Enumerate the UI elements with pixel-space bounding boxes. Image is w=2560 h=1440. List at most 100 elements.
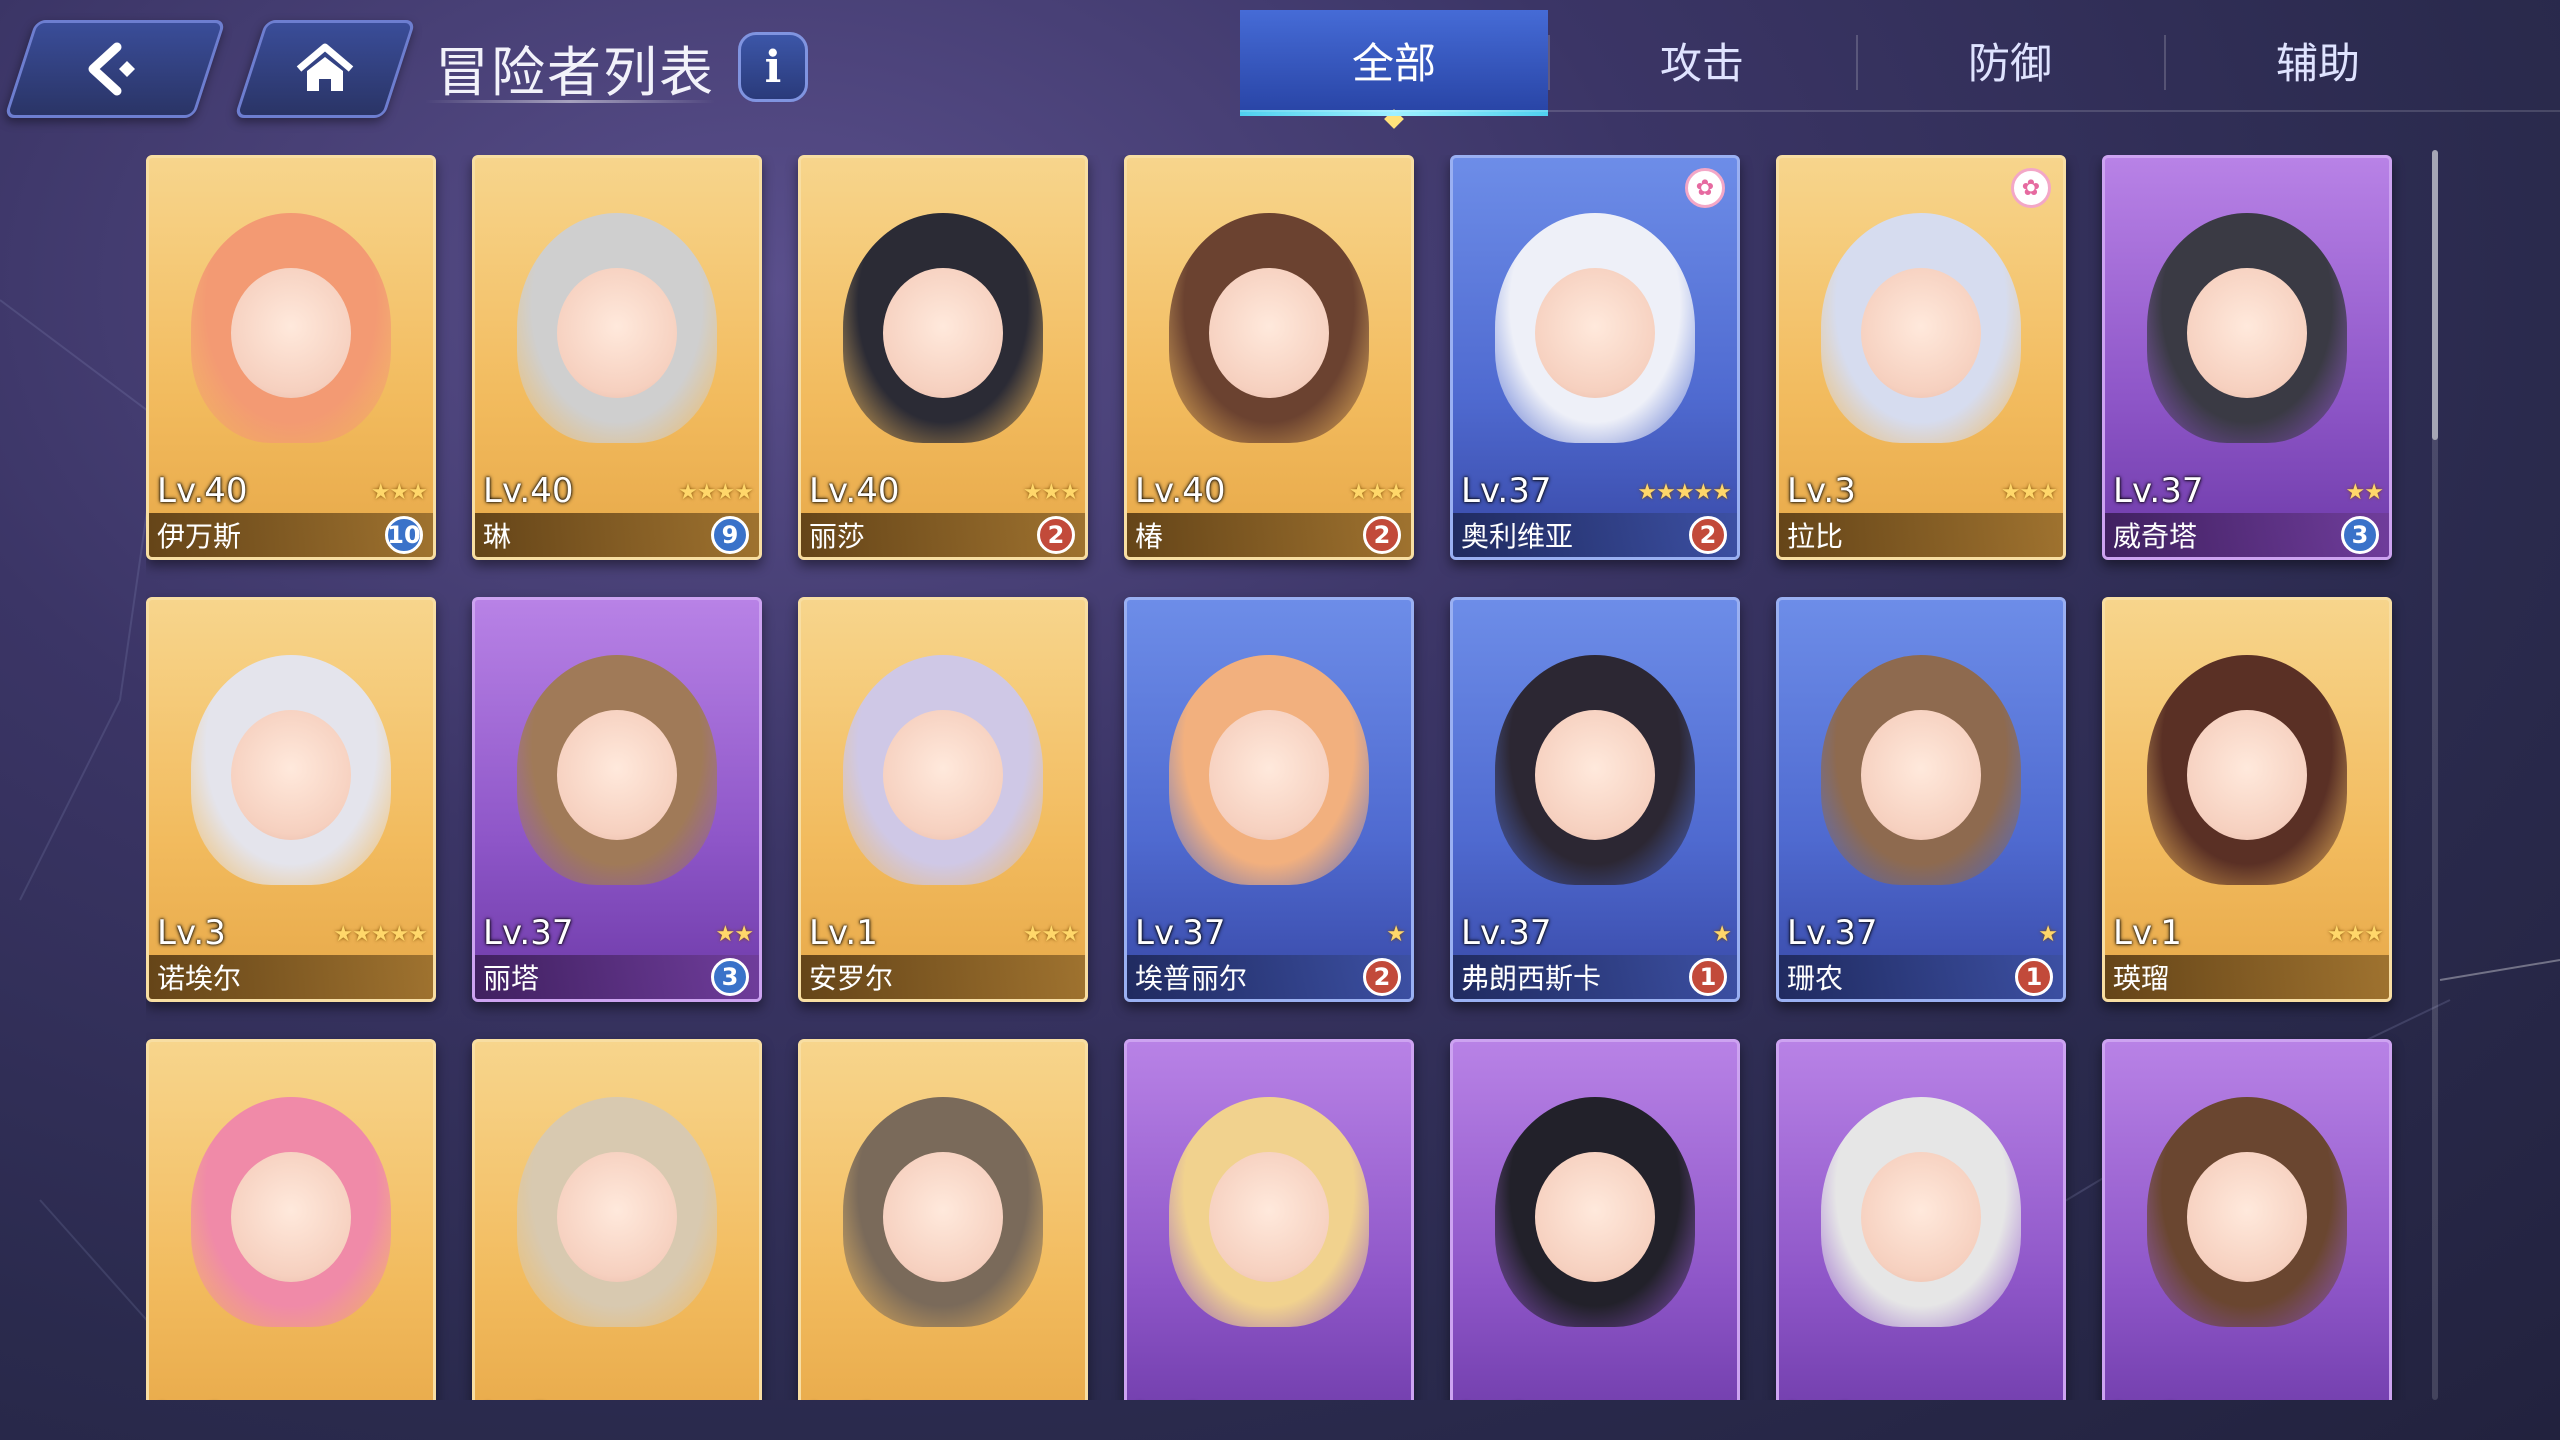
page-title: 冒险者列表 bbox=[435, 41, 715, 104]
rank-badge: 2 bbox=[1363, 516, 1401, 554]
star-rating-icon: ★★★★ bbox=[678, 480, 754, 505]
star-rating-icon: ★★★ bbox=[2000, 480, 2058, 505]
level-label: Lv.3 bbox=[157, 913, 226, 953]
adventurer-card[interactable]: Lv.37 ★ 珊农 1 bbox=[1776, 597, 2066, 1002]
adventurer-card[interactable]: Lv.1 ★★★ 瑛瑠 bbox=[2102, 597, 2392, 1002]
adventurer-card[interactable]: Lv.1★★★ bbox=[798, 1039, 1088, 1400]
adventurer-card[interactable]: Lv.37 ★ 弗朗西斯卡 1 bbox=[1450, 597, 1740, 1002]
portrait-face bbox=[2187, 1152, 2307, 1282]
rank-badge: 3 bbox=[2341, 516, 2379, 554]
rank-badge: 2 bbox=[1363, 958, 1401, 996]
character-portrait bbox=[801, 1042, 1085, 1400]
adventurer-card[interactable]: Lv.3 ★★★★★ 诺埃尔 bbox=[146, 597, 436, 1002]
portrait-face bbox=[1535, 1152, 1655, 1282]
portrait-face bbox=[557, 710, 677, 840]
adventurer-card[interactable]: Lv.3★★★ bbox=[472, 1039, 762, 1400]
star-rating-icon: ★★★ bbox=[1348, 480, 1406, 505]
paw-icon: ✿ bbox=[1685, 168, 1725, 208]
tab-attack[interactable]: 攻击 bbox=[1548, 10, 1856, 110]
character-name: 伊万斯 bbox=[157, 520, 242, 553]
rank-badge: 3 bbox=[711, 958, 749, 996]
name-bar: 安罗尔 bbox=[801, 955, 1085, 999]
character-name: 瑛瑠 bbox=[2113, 962, 2170, 995]
adventurer-card[interactable]: Lv.37 ★★ 丽塔 3 bbox=[472, 597, 762, 1002]
level-label: Lv.1 bbox=[1461, 1397, 1530, 1400]
home-icon bbox=[296, 43, 354, 91]
level-label: Lv.1 bbox=[157, 1397, 226, 1400]
adventurer-card[interactable]: Lv.37 ★★ 威奇塔 3 bbox=[2102, 155, 2392, 560]
star-rating-icon: ★ bbox=[1386, 922, 1406, 947]
tab-support[interactable]: 辅助 bbox=[2164, 10, 2472, 110]
rank-badge: 2 bbox=[1037, 516, 1075, 554]
name-bar: 瑛瑠 bbox=[2105, 955, 2389, 999]
level-label: Lv.37 bbox=[1461, 471, 1552, 511]
level-label: Lv.1 bbox=[809, 1397, 878, 1400]
adventurer-card[interactable]: Lv.40 ★★★ 椿 2 bbox=[1124, 155, 1414, 560]
name-bar: 诺埃尔 bbox=[149, 955, 433, 999]
portrait-face bbox=[1861, 1152, 1981, 1282]
level-label: Lv.3 bbox=[1787, 471, 1856, 511]
adventurer-card[interactable]: ✿ Lv.3 ★★★ 拉比 bbox=[1776, 155, 2066, 560]
star-rating-icon: ★★ bbox=[2345, 480, 2384, 505]
character-portrait bbox=[1127, 1042, 1411, 1400]
level-label: Lv.40 bbox=[483, 471, 574, 511]
adventurer-card[interactable]: Lv.37 ★ 埃普丽尔 2 bbox=[1124, 597, 1414, 1002]
level-label: Lv.37 bbox=[1787, 913, 1878, 953]
filter-tabs: 全部 攻击 防御 辅助 bbox=[1240, 10, 2560, 129]
adventurer-card[interactable]: Lv.1 ★★★ 安罗尔 bbox=[798, 597, 1088, 1002]
portrait-face bbox=[2187, 710, 2307, 840]
adventurer-card[interactable]: Lv.1★★ bbox=[1776, 1039, 2066, 1400]
adventurer-card[interactable]: Lv.1★★★ bbox=[1124, 1039, 1414, 1400]
scrollbar[interactable] bbox=[2432, 150, 2438, 1400]
adventurer-card[interactable]: Lv.40 ★★★★ 琳 9 bbox=[472, 155, 762, 560]
character-name: 椿 bbox=[1135, 520, 1164, 553]
character-portrait bbox=[1779, 1042, 2063, 1400]
adventurer-card[interactable]: Lv.1★★ bbox=[2102, 1039, 2392, 1400]
character-name: 琳 bbox=[483, 520, 512, 553]
adventurer-card[interactable]: ✿ Lv.37 ★★★★★ 奥利维亚 2 bbox=[1450, 155, 1740, 560]
top-bar: 冒险者列表 i 全部 攻击 防御 辅助 bbox=[0, 0, 2560, 130]
star-rating-icon: ★★★ bbox=[1022, 480, 1080, 505]
adventurer-card[interactable]: Lv.40 ★★★ 伊万斯 10 bbox=[146, 155, 436, 560]
level-label: Lv.1 bbox=[1787, 1397, 1856, 1400]
tab-label: 辅助 bbox=[2275, 38, 2360, 88]
portrait-face bbox=[883, 1152, 1003, 1282]
character-name: 诺埃尔 bbox=[157, 962, 242, 995]
character-name: 安罗尔 bbox=[809, 962, 894, 995]
portrait-face bbox=[557, 1152, 677, 1282]
character-portrait bbox=[2105, 1042, 2389, 1400]
character-name: 埃普丽尔 bbox=[1135, 962, 1248, 995]
character-name: 弗朗西斯卡 bbox=[1461, 962, 1602, 995]
tab-defense[interactable]: 防御 bbox=[1856, 10, 2164, 110]
adventurer-card[interactable]: Lv.40 ★★★ 丽莎 2 bbox=[798, 155, 1088, 560]
portrait-face bbox=[231, 1152, 351, 1282]
star-rating-icon: ★ bbox=[2038, 922, 2058, 947]
active-tab-indicator bbox=[1384, 109, 1404, 129]
level-label: Lv.40 bbox=[1135, 471, 1226, 511]
rank-badge: 1 bbox=[1689, 958, 1727, 996]
tab-all[interactable]: 全部 bbox=[1240, 10, 1548, 129]
level-label: Lv.1 bbox=[2113, 1397, 2182, 1400]
home-button[interactable] bbox=[234, 20, 416, 118]
star-rating-icon: ★★★ bbox=[2326, 922, 2384, 947]
level-label: Lv.1 bbox=[2113, 913, 2182, 953]
back-button[interactable] bbox=[4, 20, 226, 118]
scroll-thumb[interactable] bbox=[2432, 150, 2438, 440]
level-label: Lv.1 bbox=[1135, 1397, 1204, 1400]
level-label: Lv.37 bbox=[1461, 913, 1552, 953]
portrait-face bbox=[1209, 1152, 1329, 1282]
portrait-face bbox=[557, 268, 677, 398]
tabs-divider bbox=[1240, 110, 2560, 112]
tab-label: 全部 bbox=[1351, 38, 1436, 88]
info-button[interactable]: i bbox=[738, 32, 808, 102]
adventurer-card[interactable]: Lv.1★★ bbox=[1450, 1039, 1740, 1400]
name-bar: 拉比 bbox=[1779, 513, 2063, 557]
tab-label: 防御 bbox=[1967, 38, 2052, 88]
character-portrait bbox=[1453, 1042, 1737, 1400]
star-rating-icon: ★★ bbox=[715, 922, 754, 947]
portrait-face bbox=[1535, 268, 1655, 398]
adventurer-card[interactable]: Lv.1★★★ bbox=[146, 1039, 436, 1400]
star-rating-icon: ★★★ bbox=[1022, 922, 1080, 947]
portrait-face bbox=[883, 710, 1003, 840]
portrait-face bbox=[1535, 710, 1655, 840]
